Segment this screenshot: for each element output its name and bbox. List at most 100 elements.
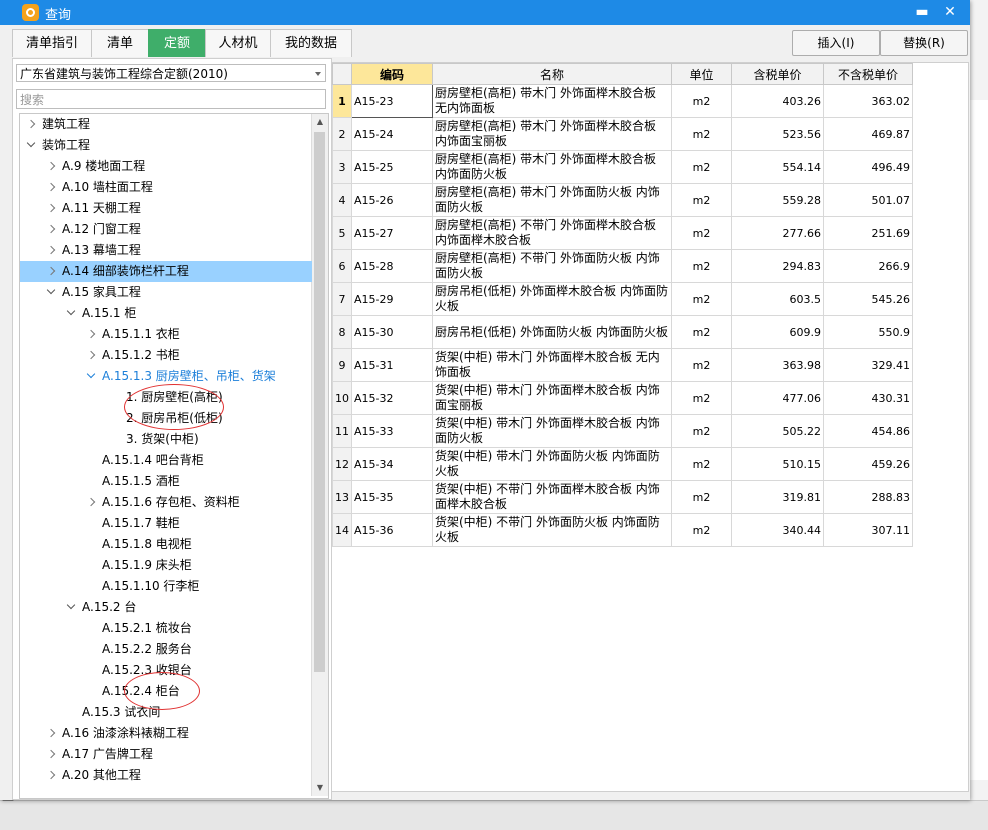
table-row[interactable]: 1 A15-23 厨房壁柜(高柜) 带木门 外饰面榉木胶合板 无内饰面板 m2 403.… (332, 84, 913, 118)
name-cell[interactable]: 厨房壁柜(高柜) 不带门 外饰面榉木胶合板 内饰面榉木胶合板 (432, 216, 672, 250)
tree-item[interactable]: A.15.1.8 电视柜 (20, 534, 312, 555)
code-cell[interactable]: A15-28 (351, 249, 433, 283)
price-notax-cell[interactable]: 496.49 (823, 150, 913, 184)
chevron-right-icon[interactable] (46, 744, 56, 765)
price-notax-cell[interactable]: 430.31 (823, 381, 913, 415)
tab-quota[interactable]: 定额 (148, 29, 206, 57)
tab-bill[interactable]: 清单 (91, 29, 149, 57)
table-row[interactable]: 12 A15-34 货架(中柜) 带木门 外饰面防火板 内饰面防火板 m2 510.15… (332, 447, 913, 481)
row-number[interactable]: 13 (332, 480, 352, 514)
name-cell[interactable]: 厨房壁柜(高柜) 带木门 外饰面防火板 内饰面防火板 (432, 183, 672, 217)
table-row[interactable]: 3 A15-25 厨房壁柜(高柜) 带木门 外饰面榉木胶合板 内饰面防火板 m2 554… (332, 150, 913, 184)
price-tax-cell[interactable]: 403.26 (731, 84, 824, 118)
code-cell[interactable]: A15-32 (351, 381, 433, 415)
name-cell[interactable]: 厨房壁柜(高柜) 不带门 外饰面防火板 内饰面防火板 (432, 249, 672, 283)
tree-item[interactable]: A.15.1.7 鞋柜 (20, 513, 312, 534)
tree-item[interactable]: A.15.2.2 服务台 (20, 639, 312, 660)
row-number[interactable]: 2 (332, 117, 352, 151)
chevron-down-icon[interactable] (315, 72, 321, 76)
chevron-right-icon[interactable] (86, 492, 96, 513)
code-cell[interactable]: A15-23 (351, 84, 433, 118)
chevron-down-icon[interactable] (46, 282, 56, 303)
price-notax-cell[interactable]: 454.86 (823, 414, 913, 448)
code-cell[interactable]: A15-31 (351, 348, 433, 382)
code-cell[interactable]: A15-34 (351, 447, 433, 481)
tree-item[interactable]: A.16 油漆涂料裱糊工程 (20, 723, 312, 744)
tree-item[interactable]: A.17 广告牌工程 (20, 744, 312, 765)
code-cell[interactable]: A15-35 (351, 480, 433, 514)
tree-item[interactable]: A.12 门窗工程 (20, 219, 312, 240)
chevron-down-icon[interactable] (86, 366, 96, 387)
unit-cell[interactable]: m2 (671, 447, 732, 481)
unit-cell[interactable]: m2 (671, 414, 732, 448)
code-cell[interactable]: A15-26 (351, 183, 433, 217)
price-tax-cell[interactable]: 523.56 (731, 117, 824, 151)
code-cell[interactable]: A15-33 (351, 414, 433, 448)
tree-item[interactable]: A.15 家具工程 (20, 282, 312, 303)
price-notax-cell[interactable]: 501.07 (823, 183, 913, 217)
insert-button[interactable]: 插入(I) (792, 30, 880, 56)
tree-item[interactable]: A.15.1.4 吧台背柜 (20, 450, 312, 471)
price-notax-cell[interactable]: 288.83 (823, 480, 913, 514)
chevron-right-icon[interactable] (26, 114, 36, 135)
table-row[interactable]: 7 A15-29 厨房吊柜(低柜) 外饰面榉木胶合板 内饰面防火板 m2 603.5 54… (332, 282, 913, 316)
row-number[interactable]: 9 (332, 348, 352, 382)
price-tax-cell[interactable]: 510.15 (731, 447, 824, 481)
code-cell[interactable]: A15-25 (351, 150, 433, 184)
chevron-right-icon[interactable] (86, 324, 96, 345)
unit-header[interactable]: 单位 (671, 63, 732, 85)
tree-item[interactable]: A.15.1.1 衣柜 (20, 324, 312, 345)
scroll-down-icon[interactable]: ▼ (312, 780, 328, 796)
table-row[interactable]: 10 A15-32 货架(中柜) 带木门 外饰面榉木胶合板 内饰面宝丽板 m2 477.… (332, 381, 913, 415)
row-number[interactable]: 5 (332, 216, 352, 250)
unit-cell[interactable]: m2 (671, 117, 732, 151)
tree-item[interactable]: A.14 细部装饰栏杆工程 (20, 261, 312, 282)
chevron-right-icon[interactable] (46, 156, 56, 177)
name-cell[interactable]: 厨房壁柜(高柜) 带木门 外饰面榉木胶合板 内饰面防火板 (432, 150, 672, 184)
code-header[interactable]: 编码 (351, 63, 433, 85)
row-number[interactable]: 11 (332, 414, 352, 448)
chevron-right-icon[interactable] (46, 198, 56, 219)
unit-cell[interactable]: m2 (671, 84, 732, 118)
row-number[interactable]: 1 (332, 84, 352, 118)
table-row[interactable]: 2 A15-24 厨房壁柜(高柜) 带木门 外饰面榉木胶合板 内饰面宝丽板 m2 523… (332, 117, 913, 151)
unit-cell[interactable]: m2 (671, 282, 732, 316)
price-tax-cell[interactable]: 609.9 (731, 315, 824, 349)
row-number[interactable]: 7 (332, 282, 352, 316)
price-tax-cell[interactable]: 363.98 (731, 348, 824, 382)
scrollbar-thumb[interactable] (314, 132, 325, 672)
chevron-right-icon[interactable] (46, 240, 56, 261)
unit-cell[interactable]: m2 (671, 513, 732, 547)
table-row[interactable]: 11 A15-33 货架(中柜) 带木门 外饰面榉木胶合板 内饰面防火板 m2 505.… (332, 414, 913, 448)
tab-bill-guide[interactable]: 清单指引 (12, 29, 92, 57)
chevron-right-icon[interactable] (46, 177, 56, 198)
price-tax-cell[interactable]: 603.5 (731, 282, 824, 316)
table-row[interactable]: 9 A15-31 货架(中柜) 带木门 外饰面榉木胶合板 无内饰面板 m2 363.98… (332, 348, 913, 382)
row-number[interactable]: 4 (332, 183, 352, 217)
price-tax-cell[interactable]: 554.14 (731, 150, 824, 184)
close-icon[interactable]: ✕ (940, 3, 960, 21)
price-notax-cell[interactable]: 363.02 (823, 84, 913, 118)
tree-item[interactable]: 建筑工程 (20, 114, 312, 135)
tree-item[interactable]: A.10 墙柱面工程 (20, 177, 312, 198)
tree-item[interactable]: A.11 天棚工程 (20, 198, 312, 219)
price-tax-cell[interactable]: 294.83 (731, 249, 824, 283)
chevron-down-icon[interactable] (66, 597, 76, 618)
name-cell[interactable]: 货架(中柜) 带木门 外饰面榉木胶合板 内饰面防火板 (432, 414, 672, 448)
scroll-up-icon[interactable]: ▲ (312, 114, 328, 130)
quota-library-select[interactable]: 广东省建筑与装饰工程综合定额(2010) (16, 64, 326, 82)
table-row[interactable]: 5 A15-27 厨房壁柜(高柜) 不带门 外饰面榉木胶合板 内饰面榉木胶合板 m2 2… (332, 216, 913, 250)
table-row[interactable]: 8 A15-30 厨房吊柜(低柜) 外饰面防火板 内饰面防火板 m2 609.9 550.… (332, 315, 913, 349)
name-cell[interactable]: 厨房壁柜(高柜) 带木门 外饰面榉木胶合板 内饰面宝丽板 (432, 117, 672, 151)
price-tax-header[interactable]: 含税单价 (731, 63, 824, 85)
code-cell[interactable]: A15-29 (351, 282, 433, 316)
row-number[interactable]: 14 (332, 513, 352, 547)
name-header[interactable]: 名称 (432, 63, 672, 85)
name-cell[interactable]: 货架(中柜) 带木门 外饰面防火板 内饰面防火板 (432, 447, 672, 481)
price-tax-cell[interactable]: 319.81 (731, 480, 824, 514)
tree-item[interactable]: A.20 其他工程 (20, 765, 312, 786)
tree-scrollbar[interactable]: ▲ ▼ (311, 114, 328, 796)
chevron-down-icon[interactable] (66, 303, 76, 324)
row-number[interactable]: 6 (332, 249, 352, 283)
unit-cell[interactable]: m2 (671, 216, 732, 250)
